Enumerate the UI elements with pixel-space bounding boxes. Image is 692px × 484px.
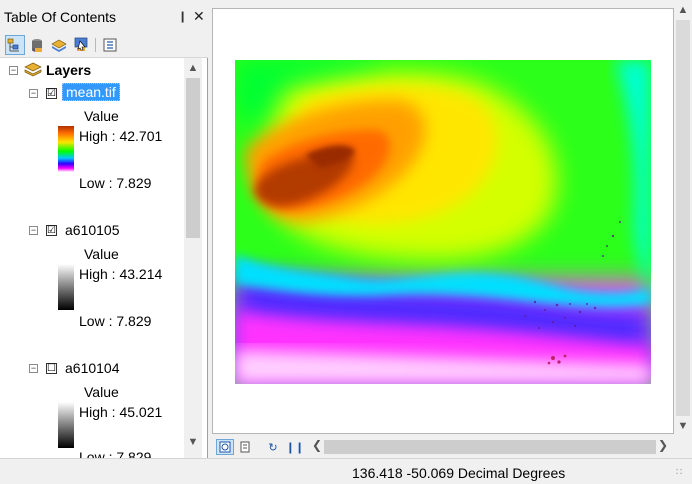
- options-icon: [103, 38, 117, 52]
- collapse-icon[interactable]: −: [29, 89, 38, 98]
- legend-value-label: Value: [84, 108, 119, 124]
- layer-visibility-checkbox[interactable]: ☐: [46, 363, 57, 374]
- layer-name-a610104[interactable]: a610104: [65, 360, 120, 376]
- scroll-thumb[interactable]: [676, 20, 690, 416]
- legend-low-value: Low : 7.829: [79, 449, 152, 458]
- scroll-thumb[interactable]: [186, 78, 200, 238]
- legend-grayscale-ramp: [58, 264, 74, 310]
- legend-high-value: High : 43.214: [79, 266, 163, 282]
- page-icon: [240, 441, 250, 453]
- selection-icon: [74, 37, 88, 51]
- legend-high-value: High : 45.021: [79, 404, 163, 420]
- database-icon: [32, 39, 42, 52]
- data-view-button[interactable]: [216, 439, 234, 455]
- collapse-icon[interactable]: −: [9, 66, 18, 75]
- toc-vertical-scrollbar[interactable]: ▲ ▼: [184, 58, 202, 458]
- drawing-order-icon: [7, 38, 19, 52]
- legend-value-label: Value: [84, 384, 119, 400]
- scroll-right-icon[interactable]: ❯: [656, 438, 670, 452]
- toc-toolbar: [0, 32, 208, 58]
- scroll-down-icon[interactable]: ▼: [184, 436, 202, 452]
- list-by-drawing-order-button[interactable]: [5, 35, 25, 55]
- collapse-icon[interactable]: −: [29, 364, 38, 373]
- toolbar-separator: [95, 38, 96, 52]
- map-bottom-bar: ↻ ❙❙ ❮ ❯: [212, 436, 692, 458]
- map-display[interactable]: [212, 8, 674, 434]
- close-icon[interactable]: ✕: [193, 8, 205, 25]
- legend-color-ramp: [58, 126, 74, 172]
- map-vertical-scrollbar[interactable]: ▲ ▼: [674, 0, 692, 438]
- list-by-visibility-button[interactable]: [49, 35, 69, 55]
- layout-view-button[interactable]: [236, 439, 254, 455]
- scroll-up-icon[interactable]: ▲: [674, 4, 692, 16]
- legend-high-value: High : 42.701: [79, 128, 163, 144]
- options-button[interactable]: [100, 35, 120, 55]
- legend-grayscale-ramp: [58, 402, 74, 448]
- layer-name-mean-tif[interactable]: mean.tif: [62, 83, 120, 101]
- scroll-up-icon[interactable]: ▲: [184, 62, 202, 78]
- table-of-contents-panel: Table Of Contents ❙ ✕ − Layers − ☑ mean.…: [0, 0, 208, 458]
- refresh-button[interactable]: ↻: [264, 439, 282, 455]
- toc-title: Table Of Contents: [4, 9, 117, 25]
- scroll-left-icon[interactable]: ❮: [310, 438, 324, 452]
- layer-visibility-checkbox[interactable]: ☑: [46, 225, 57, 236]
- layer-name-a610105[interactable]: a610105: [65, 222, 120, 238]
- cursor-coordinates: 136.418 -50.069 Decimal Degrees: [352, 465, 566, 481]
- list-by-selection-button[interactable]: [71, 35, 91, 55]
- layers-root-label[interactable]: Layers: [46, 62, 91, 78]
- layer-visibility-checkbox[interactable]: ☑: [46, 88, 57, 99]
- pause-drawing-button[interactable]: ❙❙: [286, 439, 304, 455]
- layers-visibility-icon: [51, 39, 67, 52]
- legend-low-value: Low : 7.829: [79, 313, 152, 329]
- refresh-icon: ↻: [268, 441, 278, 454]
- legend-low-value: Low : 7.829: [79, 175, 152, 191]
- pin-icon[interactable]: ❙: [178, 10, 187, 23]
- toc-header: Table Of Contents ❙ ✕: [0, 0, 208, 32]
- legend-value-label: Value: [84, 246, 119, 262]
- globe-icon: [219, 441, 231, 453]
- layer-tree: − Layers − ☑ mean.tif Value High : 42.70…: [0, 58, 186, 458]
- layers-icon: [24, 62, 42, 77]
- collapse-icon[interactable]: −: [29, 226, 38, 235]
- resize-grip-icon[interactable]: ∷: [676, 467, 682, 478]
- scroll-down-icon[interactable]: ▼: [674, 420, 692, 432]
- list-by-source-button[interactable]: [27, 35, 47, 55]
- scroll-thumb[interactable]: [324, 440, 656, 454]
- map-horizontal-scrollbar[interactable]: ❮ ❯: [310, 438, 672, 456]
- status-bar: 136.418 -50.069 Decimal Degrees ∷: [0, 458, 692, 484]
- pause-icon: ❙❙: [285, 441, 305, 454]
- raster-map-image: [235, 60, 651, 384]
